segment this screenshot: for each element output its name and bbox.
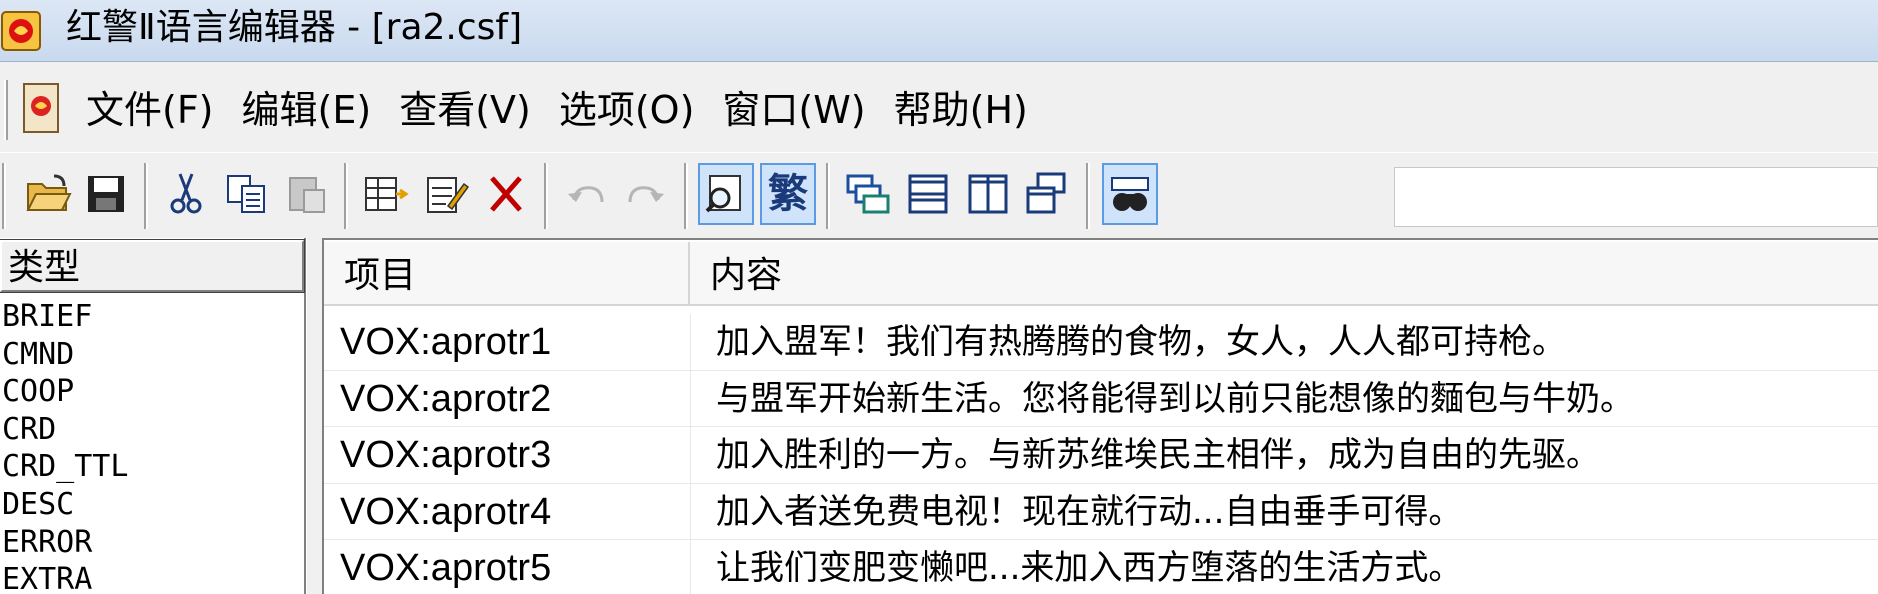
column-divider — [690, 483, 691, 540]
table-row[interactable]: VOX:aprotr3 加入胜利的一方。与新苏维埃民主相伴，成为自由的先驱。 — [324, 427, 1878, 484]
toolbar-separator — [544, 163, 548, 229]
list-item[interactable]: CRD — [0, 411, 300, 449]
save-icon — [88, 176, 124, 212]
find-icon — [705, 175, 741, 213]
item-content-cell: 加入胜利的一方。与新苏维埃民主相伴，成为自由的先驱。 — [716, 435, 1600, 475]
red-alert-app-icon[interactable] — [0, 6, 44, 54]
column-divider — [690, 314, 691, 370]
traditional-chinese-toggle[interactable]: 繁 — [760, 163, 816, 225]
edit-entry-button[interactable] — [418, 163, 474, 225]
table-body: VOX:aprotr1 加入盟军！我们有热腾腾的食物，女人，人人都可持枪。 VO… — [324, 314, 1878, 594]
table-row[interactable]: VOX:aprotr1 加入盟军！我们有热腾腾的食物，女人，人人都可持枪。 — [324, 314, 1878, 371]
open-button[interactable] — [20, 163, 76, 225]
type-column-header[interactable]: 类型 — [0, 239, 305, 293]
column-divider — [690, 370, 691, 427]
delete-button[interactable] — [478, 163, 534, 225]
search-input[interactable] — [1394, 167, 1878, 227]
menu-file[interactable]: 文件(F) — [86, 86, 214, 134]
list-item[interactable]: CMND — [0, 336, 300, 374]
redo-button[interactable] — [618, 163, 674, 225]
column-header-content-label: 内容 — [710, 255, 783, 296]
list-item[interactable]: DESC — [0, 486, 300, 524]
toolbar-separator — [1086, 163, 1090, 229]
column-header-item[interactable]: 项目 — [324, 242, 690, 306]
menu-view[interactable]: 查看(V) — [399, 86, 531, 134]
cut-button[interactable] — [158, 163, 214, 225]
traditional-chinese-label: 繁 — [768, 171, 808, 217]
column-header-content[interactable]: 内容 — [690, 242, 1878, 306]
item-content-cell: 加入者送免费电视！现在就行动...自由垂手可得。 — [716, 491, 1463, 532]
window-title: 红警Ⅱ语言编辑器 - [ra2.csf] — [66, 7, 523, 48]
menubar-grip[interactable] — [4, 80, 8, 140]
cascade-windows-icon — [846, 174, 890, 214]
tile-vertical-button[interactable] — [960, 163, 1016, 225]
tile-horizontal-button[interactable] — [900, 163, 956, 225]
type-header-label: 类型 — [8, 247, 81, 288]
save-button[interactable] — [78, 163, 134, 225]
toolbar-grip[interactable] — [2, 163, 6, 229]
menu-options[interactable]: 选项(O) — [559, 86, 695, 134]
toolbar-separator — [826, 163, 830, 229]
title-bar: 红警Ⅱ语言编辑器 - [ra2.csf] — [0, 0, 1878, 62]
tile-horizontal-icon — [908, 174, 948, 214]
menu-edit[interactable]: 编辑(E) — [242, 86, 372, 134]
binoculars-button[interactable] — [1102, 163, 1158, 225]
item-key-cell: VOX:aprotr2 — [340, 377, 552, 420]
list-item[interactable]: CRD_TTL — [0, 448, 300, 486]
column-divider — [690, 427, 691, 483]
copy-icon — [227, 175, 265, 213]
toolbar-separator — [684, 163, 688, 229]
item-content-cell: 让我们变肥变懒吧...来加入西方堕落的生活方式。 — [716, 548, 1463, 588]
menu-help[interactable]: 帮助(H) — [894, 86, 1028, 134]
menu-items: 文件(F) 编辑(E) 查看(V) 选项(O) 窗口(W) 帮助(H) — [86, 86, 1056, 134]
add-entry-icon — [365, 177, 409, 211]
type-list: BRIEF CMND COOP CRD CRD_TTL DESC ERROR E… — [0, 298, 300, 594]
binoculars-icon — [1111, 177, 1149, 211]
toolbar: 繁 — [0, 152, 1878, 236]
arrange-windows-button[interactable] — [1020, 163, 1076, 225]
toolbar-separator — [144, 163, 148, 229]
item-key-cell: VOX:aprotr4 — [340, 490, 552, 533]
table-row[interactable]: VOX:aprotr4 加入者送免费电视！现在就行动...自由垂手可得。 — [324, 483, 1878, 540]
list-item[interactable]: BRIEF — [0, 298, 300, 336]
arrange-windows-icon — [1026, 172, 1066, 214]
list-item[interactable]: EXTRA — [0, 561, 300, 594]
document-icon[interactable] — [20, 82, 64, 136]
table-row[interactable]: VOX:aprotr2 与盟军开始新生活。您将能得到以前只能想像的麵包与牛奶。 — [324, 370, 1878, 427]
delete-icon — [490, 176, 522, 212]
add-entry-button[interactable] — [358, 163, 414, 225]
list-item[interactable]: COOP — [0, 373, 300, 411]
column-header-item-label: 项目 — [344, 255, 417, 296]
tile-vertical-icon — [968, 174, 1008, 214]
item-key-cell: VOX:aprotr3 — [340, 434, 552, 476]
panel-splitter[interactable] — [306, 238, 322, 594]
undo-button[interactable] — [558, 163, 614, 225]
cascade-windows-button[interactable] — [840, 163, 896, 225]
redo-icon — [628, 186, 664, 203]
column-divider — [690, 540, 691, 594]
menu-bar: 文件(F) 编辑(E) 查看(V) 选项(O) 窗口(W) 帮助(H) — [0, 64, 1878, 152]
cut-icon — [170, 173, 202, 214]
item-content-cell: 加入盟军！我们有热腾腾的食物，女人，人人都可持枪。 — [716, 322, 1566, 362]
type-panel: 类型 BRIEF CMND COOP CRD CRD_TTL DESC ERRO… — [0, 238, 306, 594]
open-folder-icon — [26, 174, 72, 211]
entries-table: 项目 内容 VOX:aprotr1 加入盟军！我们有热腾腾的食物，女人，人人都可… — [322, 238, 1878, 594]
paste-button[interactable] — [278, 163, 334, 225]
paste-icon — [289, 177, 325, 213]
find-button[interactable] — [698, 163, 754, 225]
undo-icon — [568, 186, 604, 203]
item-key-cell: VOX:aprotr1 — [340, 321, 552, 363]
table-row[interactable]: VOX:aprotr5 让我们变肥变懒吧...来加入西方堕落的生活方式。 — [324, 540, 1878, 594]
copy-button[interactable] — [218, 163, 274, 225]
toolbar-separator — [344, 163, 348, 229]
list-item[interactable]: ERROR — [0, 524, 300, 562]
item-key-cell: VOX:aprotr5 — [340, 547, 552, 589]
item-content-cell: 与盟军开始新生活。您将能得到以前只能想像的麵包与牛奶。 — [716, 378, 1634, 419]
menu-window[interactable]: 窗口(W) — [722, 86, 865, 134]
edit-entry-icon — [427, 177, 470, 213]
